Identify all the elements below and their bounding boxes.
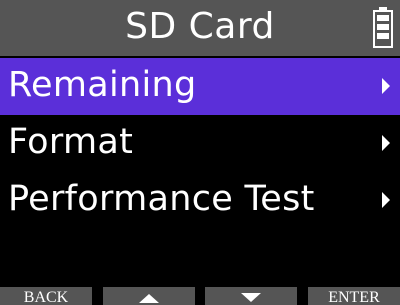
back-label: BACK bbox=[23, 289, 69, 305]
menu-list: Remaining Format Performance Test bbox=[0, 58, 400, 229]
menu-item-label: Performance Test bbox=[8, 179, 315, 219]
softkey-bar: BACK ENTER bbox=[0, 287, 400, 305]
chevron-right-icon bbox=[382, 192, 390, 208]
chevron-right-icon bbox=[382, 135, 390, 151]
device-screen: SD Card Remaining Format Performance Tes… bbox=[0, 0, 400, 305]
menu-item-performance-test[interactable]: Performance Test bbox=[0, 172, 400, 229]
menu-item-label: Format bbox=[8, 122, 134, 162]
enter-button[interactable]: ENTER bbox=[307, 287, 400, 305]
back-button[interactable]: BACK bbox=[0, 287, 92, 305]
up-button[interactable] bbox=[102, 287, 195, 305]
down-button[interactable] bbox=[205, 287, 298, 305]
menu-item-format[interactable]: Format bbox=[0, 115, 400, 172]
menu-item-remaining[interactable]: Remaining bbox=[0, 58, 400, 115]
screen-title: SD Card bbox=[125, 6, 275, 47]
battery-icon bbox=[373, 7, 393, 48]
chevron-right-icon bbox=[382, 78, 390, 94]
arrow-up-icon bbox=[138, 294, 159, 303]
enter-label: ENTER bbox=[328, 289, 380, 305]
menu-item-label: Remaining bbox=[8, 65, 197, 105]
title-bar: SD Card bbox=[0, 0, 400, 56]
arrow-down-icon bbox=[241, 293, 262, 302]
